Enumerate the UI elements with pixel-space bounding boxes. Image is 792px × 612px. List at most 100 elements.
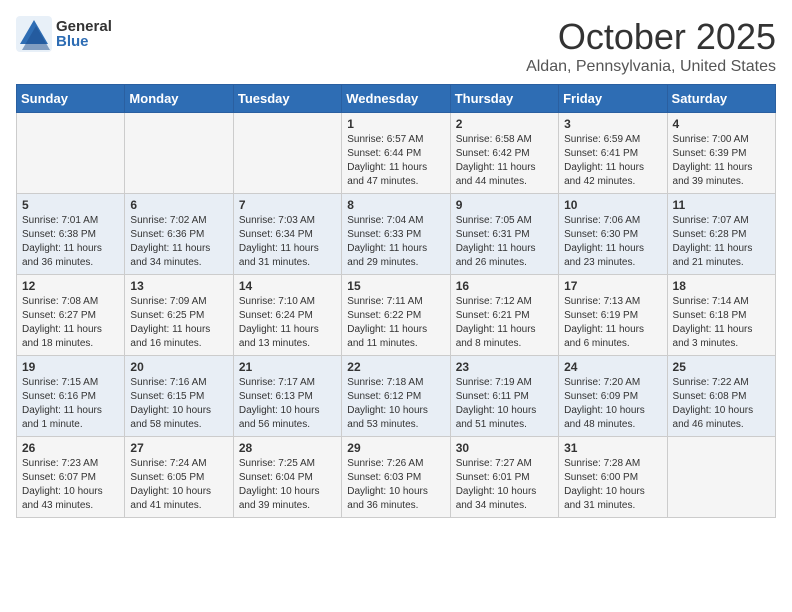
- logo-text: General Blue: [56, 19, 112, 49]
- day-info: Sunrise: 7:06 AM Sunset: 6:30 PM Dayligh…: [564, 214, 661, 270]
- day-number: 6: [130, 198, 227, 212]
- day-number: 22: [347, 360, 444, 374]
- calendar-day-cell: 3 Sunrise: 6:59 AM Sunset: 6:41 PM Daylig…: [559, 113, 667, 194]
- day-number: 23: [456, 360, 553, 374]
- day-info: Sunrise: 7:26 AM Sunset: 6:03 PM Dayligh…: [347, 457, 444, 513]
- day-info: Sunrise: 7:17 AM Sunset: 6:13 PM Dayligh…: [239, 376, 336, 432]
- calendar-day-cell: 22Sunrise: 7:18 AM Sunset: 6:12 PM Dayli…: [342, 356, 450, 437]
- day-info: Sunrise: 7:11 AM Sunset: 6:22 PM Dayligh…: [347, 295, 444, 351]
- header: General Blue October 2025 Aldan, Pennsyl…: [16, 16, 776, 76]
- day-info: Sunrise: 7:09 AM Sunset: 6:25 PM Dayligh…: [130, 295, 227, 351]
- day-number: 17: [564, 279, 661, 293]
- calendar-day-cell: 26 Sunrise: 7:23 AM Sunset: 6:07 PM Dayli…: [17, 437, 125, 518]
- calendar-week-row: 1 Sunrise: 6:57 AM Sunset: 6:44 PM Daylig…: [17, 113, 776, 194]
- day-info: Sunrise: 7:01 AM Sunset: 6:38 PM Dayligh…: [22, 214, 119, 270]
- day-number: 3: [564, 117, 661, 131]
- day-number: 26: [22, 441, 119, 455]
- day-number: 27: [130, 441, 227, 455]
- day-info: Sunrise: 7:22 AM Sunset: 6:08 PM Dayligh…: [673, 376, 770, 432]
- day-of-week-header: Monday: [125, 85, 233, 113]
- day-of-week-header: Thursday: [450, 85, 558, 113]
- day-info: Sunrise: 7:20 AM Sunset: 6:09 PM Dayligh…: [564, 376, 661, 432]
- day-number: 9: [456, 198, 553, 212]
- month-title: October 2025: [526, 16, 776, 58]
- day-of-week-header: Sunday: [17, 85, 125, 113]
- day-number: 13: [130, 279, 227, 293]
- calendar-day-cell: [667, 437, 775, 518]
- day-info: Sunrise: 7:08 AM Sunset: 6:27 PM Dayligh…: [22, 295, 119, 351]
- day-info: Sunrise: 7:28 AM Sunset: 6:00 PM Dayligh…: [564, 457, 661, 513]
- day-info: Sunrise: 6:57 AM Sunset: 6:44 PM Dayligh…: [347, 133, 444, 189]
- day-info: Sunrise: 7:07 AM Sunset: 6:28 PM Dayligh…: [673, 214, 770, 270]
- calendar-day-cell: 31 Sunrise: 7:28 AM Sunset: 6:00 PM Dayli…: [559, 437, 667, 518]
- day-number: 5: [22, 198, 119, 212]
- calendar-day-cell: 10 Sunrise: 7:06 AM Sunset: 6:30 PM Dayli…: [559, 194, 667, 275]
- calendar-day-cell: 2Sunrise: 6:58 AM Sunset: 6:42 PM Daylig…: [450, 113, 558, 194]
- calendar-day-cell: 29 Sunrise: 7:26 AM Sunset: 6:03 PM Dayli…: [342, 437, 450, 518]
- calendar-day-cell: 21 Sunrise: 7:17 AM Sunset: 6:13 PM Dayli…: [233, 356, 341, 437]
- day-of-week-header: Saturday: [667, 85, 775, 113]
- day-info: Sunrise: 7:25 AM Sunset: 6:04 PM Dayligh…: [239, 457, 336, 513]
- calendar-day-cell: 20 Sunrise: 7:16 AM Sunset: 6:15 PM Dayli…: [125, 356, 233, 437]
- header-row: SundayMondayTuesdayWednesdayThursdayFrid…: [17, 85, 776, 113]
- location-title: Aldan, Pennsylvania, United States: [526, 58, 776, 76]
- calendar-day-cell: 7Sunrise: 7:03 AM Sunset: 6:34 PM Daylig…: [233, 194, 341, 275]
- calendar-day-cell: 1 Sunrise: 6:57 AM Sunset: 6:44 PM Daylig…: [342, 113, 450, 194]
- day-number: 12: [22, 279, 119, 293]
- logo-general: General: [56, 19, 112, 34]
- day-info: Sunrise: 7:16 AM Sunset: 6:15 PM Dayligh…: [130, 376, 227, 432]
- calendar-week-row: 19Sunrise: 7:15 AM Sunset: 6:16 PM Dayli…: [17, 356, 776, 437]
- day-number: 1: [347, 117, 444, 131]
- day-number: 31: [564, 441, 661, 455]
- logo-blue: Blue: [56, 34, 112, 49]
- calendar-day-cell: 14Sunrise: 7:10 AM Sunset: 6:24 PM Dayli…: [233, 275, 341, 356]
- day-number: 19: [22, 360, 119, 374]
- calendar-day-cell: 16Sunrise: 7:12 AM Sunset: 6:21 PM Dayli…: [450, 275, 558, 356]
- day-number: 21: [239, 360, 336, 374]
- calendar-day-cell: [17, 113, 125, 194]
- calendar-day-cell: [125, 113, 233, 194]
- day-number: 25: [673, 360, 770, 374]
- calendar-day-cell: [233, 113, 341, 194]
- day-number: 29: [347, 441, 444, 455]
- day-info: Sunrise: 7:27 AM Sunset: 6:01 PM Dayligh…: [456, 457, 553, 513]
- calendar-week-row: 26 Sunrise: 7:23 AM Sunset: 6:07 PM Dayli…: [17, 437, 776, 518]
- calendar-day-cell: 5 Sunrise: 7:01 AM Sunset: 6:38 PM Daylig…: [17, 194, 125, 275]
- calendar-day-cell: 17 Sunrise: 7:13 AM Sunset: 6:19 PM Dayli…: [559, 275, 667, 356]
- day-info: Sunrise: 7:02 AM Sunset: 6:36 PM Dayligh…: [130, 214, 227, 270]
- day-of-week-header: Tuesday: [233, 85, 341, 113]
- day-number: 30: [456, 441, 553, 455]
- calendar-day-cell: 4 Sunrise: 7:00 AM Sunset: 6:39 PM Daylig…: [667, 113, 775, 194]
- calendar-day-cell: 19Sunrise: 7:15 AM Sunset: 6:16 PM Dayli…: [17, 356, 125, 437]
- calendar-day-cell: 25 Sunrise: 7:22 AM Sunset: 6:08 PM Dayli…: [667, 356, 775, 437]
- day-info: Sunrise: 7:12 AM Sunset: 6:21 PM Dayligh…: [456, 295, 553, 351]
- calendar-week-row: 12 Sunrise: 7:08 AM Sunset: 6:27 PM Dayli…: [17, 275, 776, 356]
- logo: General Blue: [16, 16, 112, 52]
- calendar-table: SundayMondayTuesdayWednesdayThursdayFrid…: [16, 84, 776, 518]
- day-info: Sunrise: 6:59 AM Sunset: 6:41 PM Dayligh…: [564, 133, 661, 189]
- calendar-day-cell: 23 Sunrise: 7:19 AM Sunset: 6:11 PM Dayli…: [450, 356, 558, 437]
- calendar-body: 1 Sunrise: 6:57 AM Sunset: 6:44 PM Daylig…: [17, 113, 776, 518]
- day-info: Sunrise: 7:13 AM Sunset: 6:19 PM Dayligh…: [564, 295, 661, 351]
- day-info: Sunrise: 7:23 AM Sunset: 6:07 PM Dayligh…: [22, 457, 119, 513]
- day-number: 4: [673, 117, 770, 131]
- calendar-day-cell: 28 Sunrise: 7:25 AM Sunset: 6:04 PM Dayli…: [233, 437, 341, 518]
- day-number: 8: [347, 198, 444, 212]
- calendar-day-cell: 13 Sunrise: 7:09 AM Sunset: 6:25 PM Dayli…: [125, 275, 233, 356]
- day-number: 15: [347, 279, 444, 293]
- title-area: October 2025 Aldan, Pennsylvania, United…: [526, 16, 776, 76]
- calendar-day-cell: 12 Sunrise: 7:08 AM Sunset: 6:27 PM Dayli…: [17, 275, 125, 356]
- day-info: Sunrise: 7:19 AM Sunset: 6:11 PM Dayligh…: [456, 376, 553, 432]
- calendar-day-cell: 9Sunrise: 7:05 AM Sunset: 6:31 PM Daylig…: [450, 194, 558, 275]
- logo-icon: [16, 16, 52, 52]
- day-info: Sunrise: 7:00 AM Sunset: 6:39 PM Dayligh…: [673, 133, 770, 189]
- calendar-day-cell: 11Sunrise: 7:07 AM Sunset: 6:28 PM Dayli…: [667, 194, 775, 275]
- day-number: 20: [130, 360, 227, 374]
- calendar-day-cell: 6 Sunrise: 7:02 AM Sunset: 6:36 PM Daylig…: [125, 194, 233, 275]
- calendar-day-cell: 8Sunrise: 7:04 AM Sunset: 6:33 PM Daylig…: [342, 194, 450, 275]
- day-number: 10: [564, 198, 661, 212]
- day-number: 7: [239, 198, 336, 212]
- calendar-day-cell: 24Sunrise: 7:20 AM Sunset: 6:09 PM Dayli…: [559, 356, 667, 437]
- day-number: 28: [239, 441, 336, 455]
- day-info: Sunrise: 6:58 AM Sunset: 6:42 PM Dayligh…: [456, 133, 553, 189]
